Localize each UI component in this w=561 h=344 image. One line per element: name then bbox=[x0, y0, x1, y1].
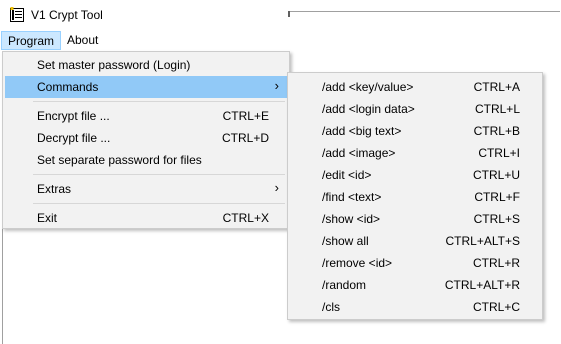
menu-item-label: /find <text> bbox=[322, 190, 382, 204]
menu-item-decrypt-file[interactable]: Decrypt file ... CTRL+D bbox=[5, 127, 287, 149]
menu-separator bbox=[33, 203, 285, 204]
menu-item-add-image[interactable]: /add <image> CTRL+I bbox=[290, 142, 540, 164]
menu-item-commands[interactable]: Commands › bbox=[5, 76, 287, 98]
menu-item-label: /add <key/value> bbox=[322, 80, 414, 94]
menu-item-label: Decrypt file ... bbox=[37, 131, 111, 145]
menu-item-label: Set master password (Login) bbox=[37, 58, 191, 72]
menu-item-shortcut: CTRL+R bbox=[472, 256, 520, 270]
menu-item-edit-id[interactable]: /edit <id> CTRL+U bbox=[290, 164, 540, 186]
menu-item-label: /add <login data> bbox=[322, 102, 415, 116]
menu-item-shortcut: CTRL+D bbox=[221, 131, 269, 145]
menu-item-shortcut: CTRL+C bbox=[472, 300, 520, 314]
menu-item-find-text[interactable]: /find <text> CTRL+F bbox=[290, 186, 540, 208]
chevron-right-icon: › bbox=[274, 180, 279, 195]
program-menu: Set master password (Login) Commands › E… bbox=[2, 51, 290, 229]
menu-item-shortcut: CTRL+A bbox=[473, 80, 520, 94]
menu-item-label: Set separate password for files bbox=[37, 153, 202, 167]
chevron-right-icon: › bbox=[274, 78, 279, 93]
menu-item-label: /edit <id> bbox=[322, 168, 372, 182]
window-title: V1 Crypt Tool bbox=[31, 8, 103, 22]
menu-item-add-big-text[interactable]: /add <big text> CTRL+B bbox=[290, 120, 540, 142]
menu-item-extras[interactable]: Extras › bbox=[5, 178, 287, 200]
menu-item-set-master-password[interactable]: Set master password (Login) bbox=[5, 54, 287, 76]
menu-separator bbox=[33, 101, 285, 102]
title-bar: V1 Crypt Tool bbox=[0, 0, 561, 30]
menu-item-shortcut: CTRL+F bbox=[474, 190, 520, 204]
menu-item-shortcut: CTRL+ALT+R bbox=[444, 278, 520, 292]
menu-item-shortcut: CTRL+L bbox=[474, 102, 520, 116]
app-window: V1 Crypt Tool Program About Set master p… bbox=[0, 0, 561, 344]
menu-item-shortcut: CTRL+B bbox=[473, 124, 520, 138]
notebook-icon bbox=[10, 7, 24, 22]
menu-item-label: Commands bbox=[37, 80, 99, 94]
menu-item-add-key-value[interactable]: /add <key/value> CTRL+A bbox=[290, 76, 540, 98]
menu-item-shortcut: CTRL+U bbox=[472, 168, 520, 182]
menu-about[interactable]: About bbox=[61, 31, 104, 50]
menu-bar: Program About bbox=[0, 30, 561, 51]
menu-item-show-all[interactable]: /show all CTRL+ALT+S bbox=[290, 230, 540, 252]
menu-item-encrypt-file[interactable]: Encrypt file ... CTRL+E bbox=[5, 105, 287, 127]
menu-item-cls[interactable]: /cls CTRL+C bbox=[290, 296, 540, 318]
menu-program[interactable]: Program bbox=[1, 31, 62, 50]
menu-item-shortcut: CTRL+E bbox=[222, 109, 269, 123]
menu-item-label: Encrypt file ... bbox=[37, 109, 110, 123]
menu-item-shortcut: CTRL+S bbox=[473, 212, 520, 226]
menu-item-label: /add <big text> bbox=[322, 124, 402, 138]
menu-item-label: /add <image> bbox=[322, 146, 396, 160]
menu-item-add-login-data[interactable]: /add <login data> CTRL+L bbox=[290, 98, 540, 120]
menu-item-label: Extras bbox=[37, 182, 72, 196]
menu-item-exit[interactable]: Exit CTRL+X bbox=[5, 207, 287, 229]
menu-item-shortcut: CTRL+ALT+S bbox=[445, 234, 520, 248]
menu-item-label: /cls bbox=[322, 300, 340, 314]
menu-item-label: /random bbox=[322, 278, 367, 292]
divider-line bbox=[290, 11, 560, 12]
menu-item-label: /show all bbox=[322, 234, 369, 248]
menu-item-label: /show <id> bbox=[322, 212, 381, 226]
menu-item-remove-id[interactable]: /remove <id> CTRL+R bbox=[290, 252, 540, 274]
menu-separator bbox=[33, 174, 285, 175]
menu-item-label: Exit bbox=[37, 211, 58, 225]
menu-item-random[interactable]: /random CTRL+ALT+R bbox=[290, 274, 540, 296]
menu-item-show-id[interactable]: /show <id> CTRL+S bbox=[290, 208, 540, 230]
menu-item-shortcut: CTRL+X bbox=[222, 211, 269, 225]
commands-submenu: /add <key/value> CTRL+A /add <login data… bbox=[287, 72, 543, 320]
menu-item-set-separate-password[interactable]: Set separate password for files bbox=[5, 149, 287, 171]
menu-item-label: /remove <id> bbox=[322, 256, 393, 270]
menu-item-shortcut: CTRL+I bbox=[478, 146, 520, 160]
divider-tick bbox=[288, 11, 290, 17]
